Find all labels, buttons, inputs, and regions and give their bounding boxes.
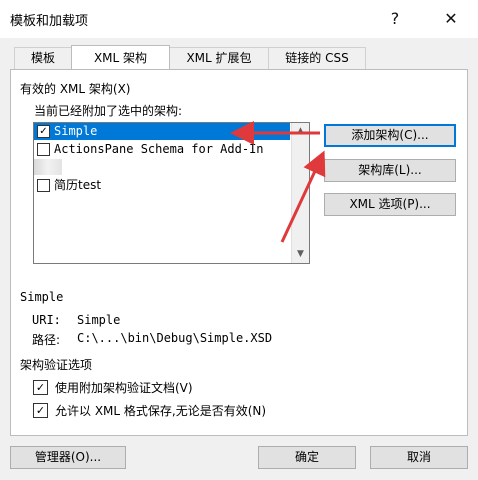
annotation-overlay — [230, 121, 326, 243]
annotation-arrow-up — [280, 150, 326, 243]
tab-xml-schema[interactable]: XML 架构 — [71, 45, 170, 69]
